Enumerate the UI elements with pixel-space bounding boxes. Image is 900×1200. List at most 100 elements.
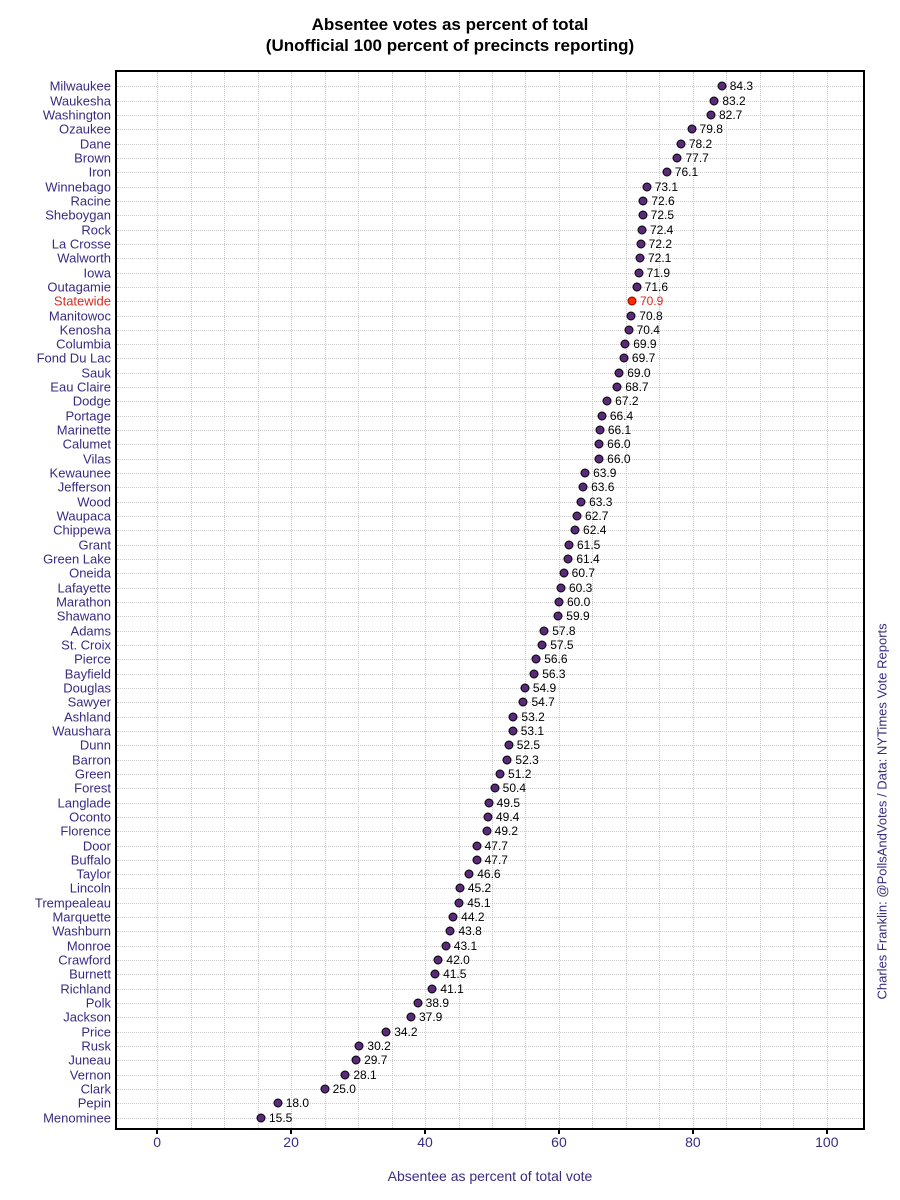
y-category-label: Manitowoc <box>49 308 117 323</box>
y-category-label: Kenosha <box>60 322 117 337</box>
data-value-label: 49.4 <box>496 810 519 824</box>
y-category-label: Jackson <box>63 1010 117 1025</box>
data-value-label: 60.7 <box>572 566 595 580</box>
y-category-label: Iron <box>89 165 117 180</box>
data-value-label: 70.4 <box>637 323 660 337</box>
data-value-label: 45.1 <box>467 896 490 910</box>
y-category-label: Rusk <box>81 1039 117 1054</box>
data-value-label: 30.2 <box>367 1039 390 1053</box>
y-category-label: Statewide <box>54 294 117 309</box>
data-value-label: 72.5 <box>651 208 674 222</box>
hgrid-line <box>117 430 863 431</box>
data-point <box>559 569 568 578</box>
data-point <box>455 884 464 893</box>
x-axis-label: Absentee as percent of total vote <box>115 1168 865 1184</box>
data-value-label: 60.3 <box>569 581 592 595</box>
data-point <box>355 1042 364 1051</box>
y-category-label: Pepin <box>78 1096 117 1111</box>
data-value-label: 54.9 <box>533 681 556 695</box>
data-value-label: 45.2 <box>468 881 491 895</box>
y-category-label: Winnebago <box>45 179 117 194</box>
y-category-label: Columbia <box>56 337 117 352</box>
data-point <box>615 368 624 377</box>
y-category-label: Lafayette <box>58 580 118 595</box>
data-value-label: 62.7 <box>585 509 608 523</box>
y-category-label: Ozaukee <box>59 122 117 137</box>
data-point <box>556 583 565 592</box>
hgrid-line <box>117 1103 863 1104</box>
data-point <box>624 325 633 334</box>
y-category-label: Monroe <box>67 938 117 953</box>
y-category-label: Ashland <box>64 709 117 724</box>
data-value-label: 77.7 <box>685 151 708 165</box>
y-category-label: Iowa <box>84 265 117 280</box>
hgrid-line <box>117 187 863 188</box>
data-value-label: 82.7 <box>719 108 742 122</box>
data-point <box>635 254 644 263</box>
y-category-label: Jefferson <box>58 480 117 495</box>
data-value-label: 54.7 <box>531 695 554 709</box>
data-value-label: 41.5 <box>443 967 466 981</box>
y-category-label: Florence <box>60 824 117 839</box>
data-value-label: 29.7 <box>364 1053 387 1067</box>
y-category-label: Oneida <box>69 566 117 581</box>
data-point <box>634 268 643 277</box>
x-tick-label: 0 <box>153 1128 161 1150</box>
data-point <box>603 397 612 406</box>
hgrid-line <box>117 731 863 732</box>
y-category-label: Sawyer <box>68 695 117 710</box>
chart-title: Absentee votes as percent of total (Unof… <box>0 14 900 57</box>
hgrid-line <box>117 316 863 317</box>
data-point <box>496 769 505 778</box>
data-value-label: 57.8 <box>552 624 575 638</box>
data-value-label: 15.5 <box>269 1111 292 1125</box>
hgrid-line <box>117 631 863 632</box>
y-category-label: Green Lake <box>43 552 117 567</box>
y-category-label: Dane <box>80 136 117 151</box>
y-category-label: Calumet <box>63 437 117 452</box>
data-point <box>428 984 437 993</box>
x-tick-label: 80 <box>685 1128 701 1150</box>
data-point <box>571 526 580 535</box>
data-value-label: 72.6 <box>651 194 674 208</box>
data-point <box>621 340 630 349</box>
hgrid-line <box>117 674 863 675</box>
data-point <box>717 82 726 91</box>
hgrid-line <box>117 215 863 216</box>
y-category-label: Outagamie <box>47 279 117 294</box>
y-category-label: Vernon <box>70 1067 117 1082</box>
y-category-label: Wood <box>77 494 117 509</box>
data-value-label: 69.0 <box>627 366 650 380</box>
data-value-label: 83.2 <box>722 94 745 108</box>
hgrid-line <box>117 559 863 560</box>
y-category-label: Juneau <box>68 1053 117 1068</box>
y-category-label: Washington <box>43 107 117 122</box>
data-point <box>538 640 547 649</box>
hgrid-line <box>117 616 863 617</box>
hgrid-line <box>117 573 863 574</box>
data-value-label: 76.1 <box>675 165 698 179</box>
data-value-label: 50.4 <box>503 781 526 795</box>
data-value-label: 63.6 <box>591 480 614 494</box>
data-point <box>639 196 648 205</box>
hgrid-line <box>117 172 863 173</box>
data-point <box>595 426 604 435</box>
y-category-label: Buffalo <box>71 852 117 867</box>
data-point <box>706 110 715 119</box>
y-category-label: Marathon <box>56 595 117 610</box>
y-category-label: Menominee <box>43 1110 117 1125</box>
y-category-label: Marquette <box>52 910 117 925</box>
y-category-label: Kewaunee <box>50 466 117 481</box>
data-point <box>638 211 647 220</box>
data-point <box>554 598 563 607</box>
data-value-label: 63.9 <box>593 466 616 480</box>
hgrid-line <box>117 230 863 231</box>
data-point <box>465 870 474 879</box>
data-value-label: 41.1 <box>440 982 463 996</box>
y-category-label: Forest <box>74 781 117 796</box>
y-category-label: St. Croix <box>61 637 117 652</box>
y-category-label: Racine <box>71 193 117 208</box>
data-point <box>449 913 458 922</box>
data-value-label: 66.0 <box>607 437 630 451</box>
data-value-label: 43.8 <box>458 924 481 938</box>
